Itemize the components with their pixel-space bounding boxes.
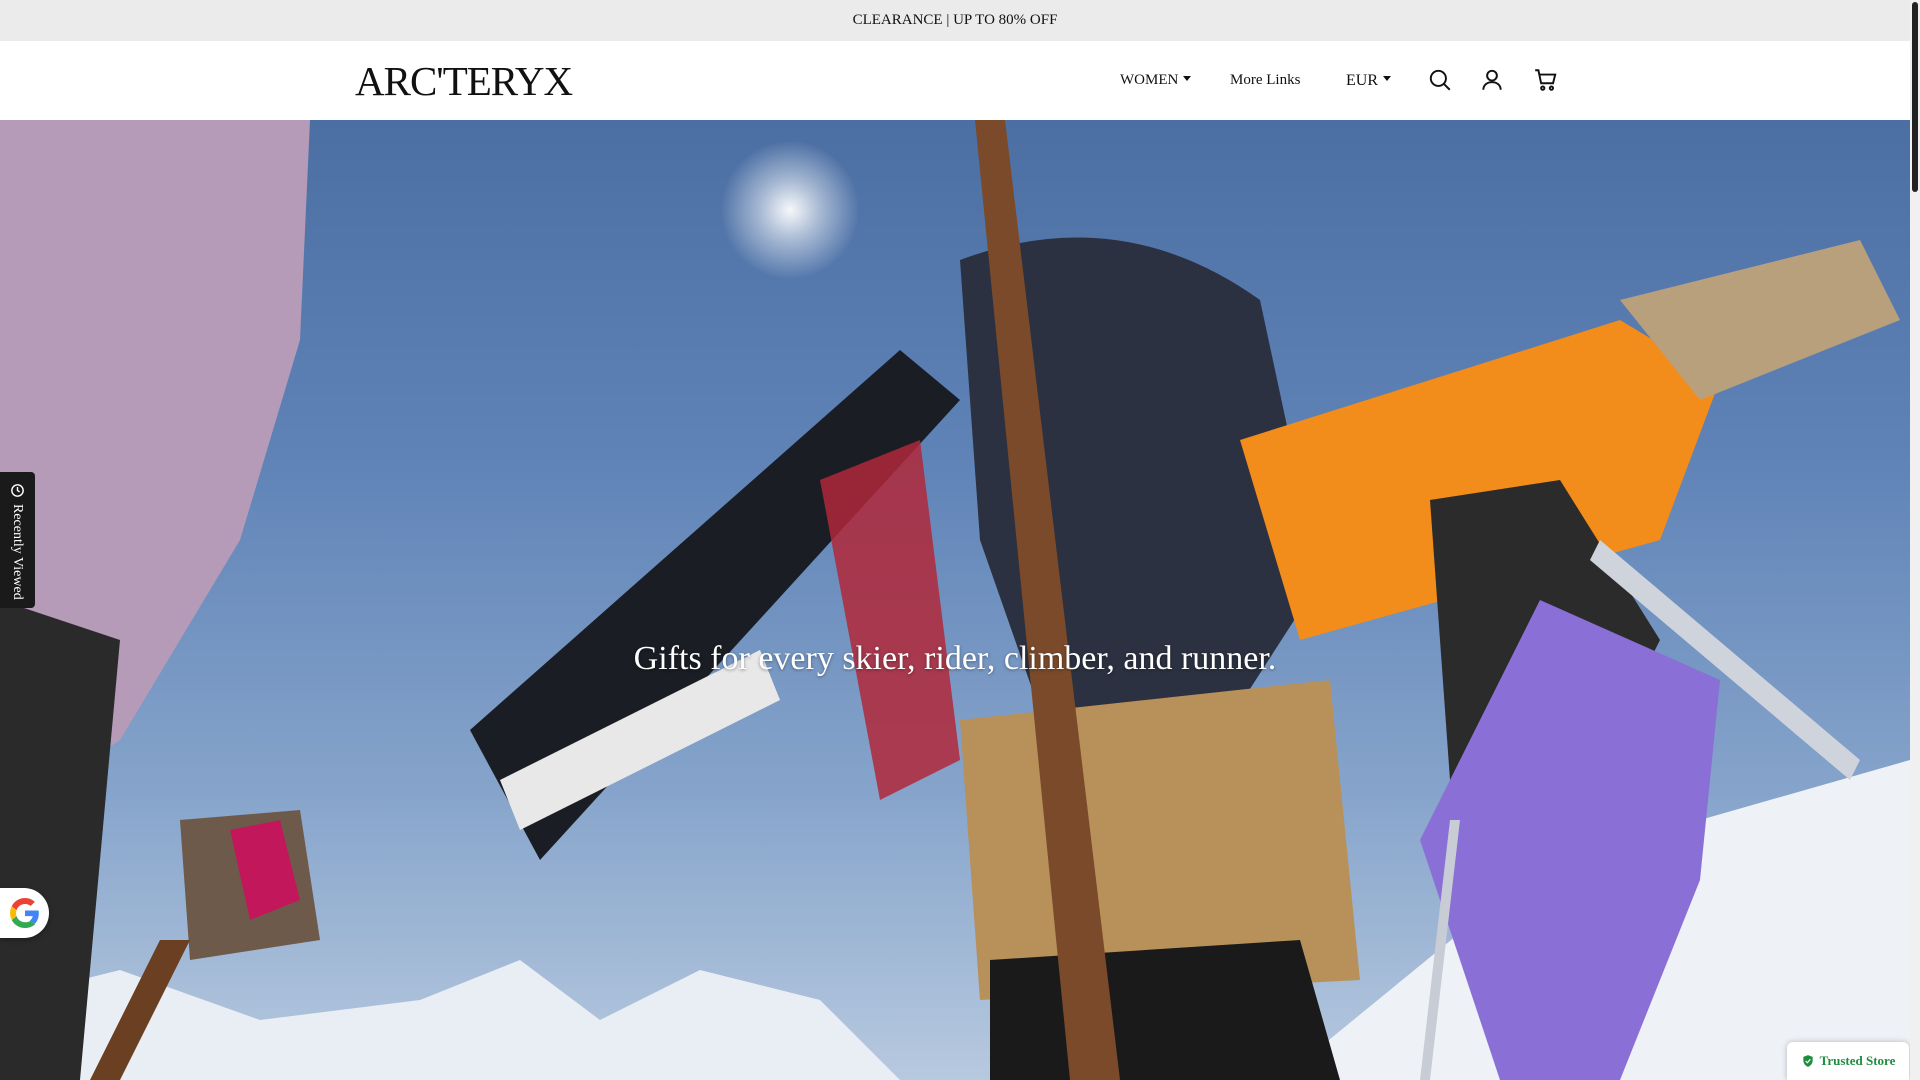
currency-selector[interactable]: EUR	[1346, 41, 1391, 120]
caret-down-icon	[1183, 76, 1192, 81]
history-icon	[11, 484, 24, 497]
nav-more-links-label[interactable]: More Links	[1230, 72, 1300, 89]
site-header: ARC'TERYX WOMEN More Links EUR	[0, 41, 1910, 120]
account-icon[interactable]	[1479, 67, 1505, 93]
nav-women-label[interactable]: WOMEN	[1120, 72, 1178, 89]
recently-viewed-tab[interactable]: Recently Viewed	[0, 472, 35, 608]
hero-headline: Gifts for every skier, rider, climber, a…	[633, 640, 1277, 677]
recently-viewed-label[interactable]: Recently Viewed	[9, 504, 25, 600]
cart-icon[interactable]	[1533, 67, 1559, 93]
trusted-store-label[interactable]: Trusted Store	[1820, 1053, 1896, 1069]
caret-down-icon	[1383, 76, 1391, 81]
trusted-store-badge[interactable]: Trusted Store	[1787, 1042, 1909, 1080]
hero-image	[0, 120, 1910, 1080]
hero-banner[interactable]: Gifts for every skier, rider, climber, a…	[0, 120, 1910, 1080]
announcement-text[interactable]: CLEARANCE | UP TO 80% OFF	[853, 12, 1058, 29]
currency-label[interactable]: EUR	[1346, 72, 1378, 90]
nav-more-links[interactable]: More Links	[1230, 41, 1300, 120]
brand-logo-text[interactable]: ARC'TERYX	[355, 60, 573, 102]
google-icon	[9, 898, 39, 928]
announcement-bar[interactable]: CLEARANCE | UP TO 80% OFF	[0, 0, 1910, 41]
brand-logo[interactable]: ARC'TERYX	[355, 60, 575, 102]
scrollbar-thumb[interactable]	[1912, 2, 1918, 192]
search-icon[interactable]	[1427, 67, 1453, 93]
google-reviews-badge[interactable]	[0, 888, 49, 938]
shield-check-icon	[1802, 1055, 1813, 1067]
nav-women[interactable]: WOMEN	[1120, 41, 1192, 120]
